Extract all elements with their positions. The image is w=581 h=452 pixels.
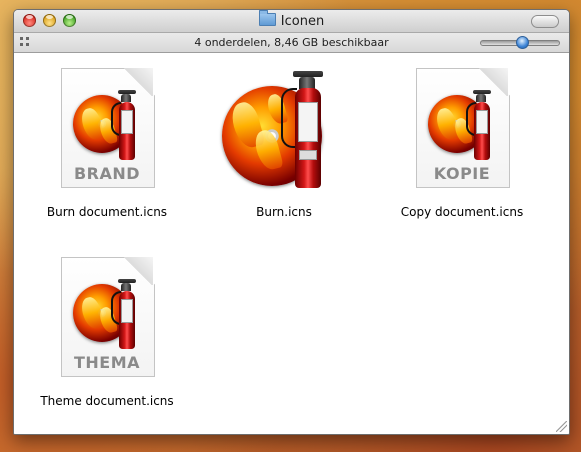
file-item[interactable]: Burn.icns [209, 68, 359, 219]
file-name: Burn document.icns [46, 205, 168, 219]
file-name: Burn.icns [256, 205, 312, 219]
file-name: Theme document.icns [40, 394, 174, 408]
document-icon: THEMA [61, 257, 155, 377]
finder-window: Iconen 4 onderdelen, 8,46 GB beschikbaar [13, 9, 570, 435]
document-icon: BRAND [61, 68, 155, 188]
status-bar: 4 onderdelen, 8,46 GB beschikbaar [14, 33, 569, 53]
document-icon: KOPIE [416, 68, 510, 188]
file-item[interactable]: BRAND Burn document.icns [32, 68, 182, 219]
file-view: BRAND Burn document.icns Burn.icns KOPIE… [14, 53, 569, 434]
folder-icon [258, 10, 276, 26]
document-badge: BRAND [73, 164, 141, 183]
toolbar-toggle-button[interactable] [531, 15, 559, 28]
document-badge: KOPIE [433, 164, 491, 183]
slider-knob[interactable] [516, 36, 529, 49]
resize-handle[interactable] [556, 421, 567, 432]
icon-size-slider[interactable] [480, 36, 560, 49]
file-name: Copy document.icns [400, 205, 524, 219]
file-item[interactable]: KOPIE Copy document.icns [387, 68, 537, 219]
document-badge: THEMA [73, 353, 141, 372]
window-title-container: Iconen [14, 10, 569, 29]
window-title: Iconen [280, 14, 325, 29]
file-item[interactable]: THEMA Theme document.icns [32, 257, 182, 408]
title-bar[interactable]: Iconen [14, 10, 569, 33]
